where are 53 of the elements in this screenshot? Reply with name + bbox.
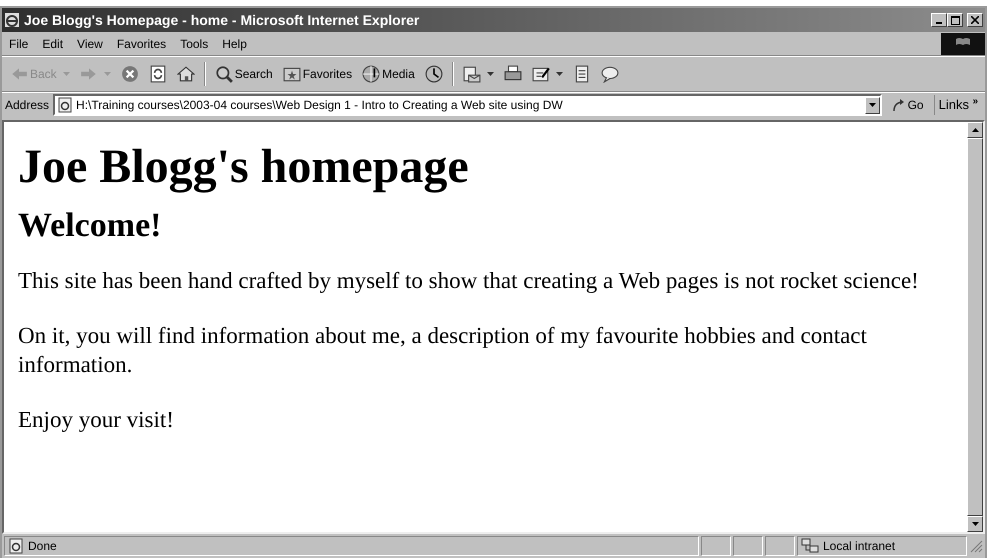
stop-icon <box>120 64 139 82</box>
globe-icon <box>362 64 380 82</box>
search-icon <box>214 64 233 82</box>
close-button[interactable] <box>967 13 983 27</box>
go-arrow-icon <box>892 98 906 112</box>
address-field[interactable]: H:\Training courses\2003-04 courses\Web Design 1 - Intro to Creating a Web site using DW <box>53 94 882 116</box>
status-pane <box>765 536 795 556</box>
menu-item[interactable]: File <box>2 34 36 52</box>
network-icon <box>801 538 819 554</box>
status-pane <box>701 536 731 556</box>
maximize-button[interactable] <box>947 13 963 27</box>
maximize-icon <box>950 16 960 24</box>
minimize-button[interactable] <box>931 13 947 27</box>
clock-icon <box>424 64 443 82</box>
paragraph: On it, you will find information about me, a description of my favourite hobbies and contact information. <box>18 322 868 380</box>
paragraph: Enjoy your visit! <box>18 406 175 434</box>
refresh-icon <box>148 64 167 82</box>
paragraph: This site has been hand crafted by myself to show that creating a Web pages is not rocket science! <box>18 267 920 296</box>
dropdown-button[interactable] <box>864 96 880 114</box>
scroll-up-button[interactable] <box>967 122 983 138</box>
up-triangle-icon <box>972 128 978 132</box>
address-label: Address <box>5 97 50 114</box>
down-triangle-icon <box>972 522 978 526</box>
resize-grip-icon[interactable] <box>969 539 983 553</box>
page-icon <box>8 538 24 554</box>
house-icon <box>176 64 195 82</box>
browser-icon <box>4 12 20 28</box>
page-subheading: Welcome! <box>18 206 162 246</box>
close-icon <box>971 16 979 24</box>
speech-bubble-icon <box>600 64 619 82</box>
menu-item[interactable]: Help <box>215 34 254 52</box>
scroll-down-button[interactable] <box>967 516 983 532</box>
search-button[interactable]: Search <box>210 62 277 84</box>
menu-item[interactable]: Favorites <box>110 34 174 52</box>
menu-item[interactable]: Tools <box>173 34 216 52</box>
status-pane <box>733 536 763 556</box>
links-button[interactable]: Links $^{»}$ <box>934 95 982 115</box>
window-title: Joe Blogg's Homepage - home - Microsoft Internet Explorer <box>24 10 420 30</box>
scrollbar-thumb[interactable] <box>967 138 983 516</box>
page-icon <box>57 97 74 113</box>
mail-icon <box>462 64 481 82</box>
caret-icon[interactable] <box>486 72 494 76</box>
favorites-button[interactable]: Favorites <box>278 62 356 84</box>
media-button[interactable]: Media <box>358 62 419 84</box>
menu-item[interactable]: View <box>70 34 110 52</box>
printer-icon <box>504 64 522 82</box>
down-triangle-icon <box>868 103 876 107</box>
caret-icon[interactable] <box>556 72 563 76</box>
menu-item[interactable]: Edit <box>35 34 70 52</box>
page-heading: Joe Blogg's homepage <box>18 139 470 195</box>
zone-text: Local intranet <box>823 538 896 555</box>
status-text: Done <box>28 538 57 555</box>
go-button[interactable]: Go <box>886 96 930 114</box>
